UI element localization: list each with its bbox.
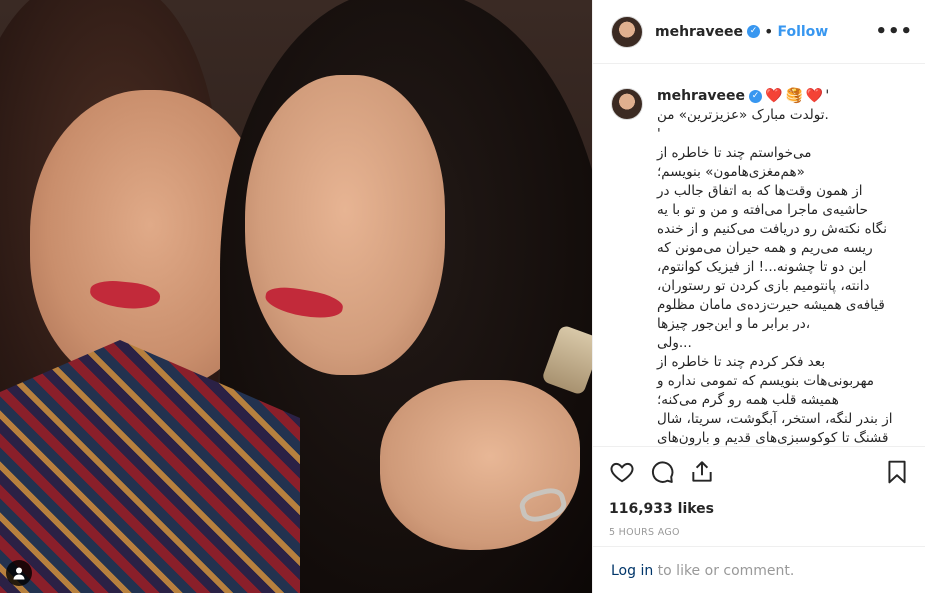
photo-face-right — [245, 75, 445, 375]
caption-quote: ' — [825, 88, 830, 104]
caption-body: mehraveee ✓ ❤️ 🥞 ❤️ ' .تولدت مبارک «عزیز… — [657, 88, 907, 446]
action-icons — [609, 459, 910, 485]
login-link[interactable]: Log in — [611, 563, 653, 579]
likes-count[interactable]: 116,933 likes — [609, 501, 910, 517]
heart-emoji: ❤️ — [765, 88, 783, 104]
action-bar: 116,933 likes 5 HOURS AGO — [593, 446, 925, 538]
avatar[interactable] — [611, 15, 643, 48]
post-side-panel: mehraveee ✓ • Follow ••• mehraveee ✓ ❤️ … — [592, 0, 925, 593]
verified-icon: ✓ — [749, 89, 763, 103]
caption-area[interactable]: mehraveee ✓ ❤️ 🥞 ❤️ ' .تولدت مبارک «عزیز… — [593, 64, 925, 446]
separator-dot: • — [764, 22, 774, 41]
pancakes-emoji: 🥞 — [785, 88, 803, 104]
caption-row: mehraveee ✓ ❤️ 🥞 ❤️ ' .تولدت مبارک «عزیز… — [611, 88, 908, 446]
login-prompt: Log in to like or comment. — [593, 546, 925, 593]
heart-emoji: ❤️ — [805, 88, 824, 104]
caption-username[interactable]: mehraveee — [657, 88, 745, 104]
caption-text: .تولدت مبارک «عزیزترین» من ' می‌خواستم چ… — [657, 107, 893, 446]
post-photo[interactable] — [0, 0, 592, 593]
post-timestamp[interactable]: 5 HOURS AGO — [609, 527, 910, 538]
verified-icon: ✓ — [747, 25, 761, 38]
user-tag-icon[interactable] — [6, 560, 32, 586]
login-prompt-text: to like or comment. — [653, 563, 795, 579]
username-link[interactable]: mehraveee — [655, 24, 743, 40]
post-header: mehraveee ✓ • Follow ••• — [593, 0, 925, 64]
photo-hand — [380, 380, 580, 550]
caption-head: mehraveee ✓ ❤️ 🥞 ❤️ ' — [657, 88, 907, 104]
share-icon[interactable] — [689, 459, 715, 485]
more-options-button[interactable]: ••• — [875, 21, 913, 42]
follow-button[interactable]: Follow — [777, 24, 828, 40]
bookmark-icon[interactable] — [884, 459, 910, 485]
heart-icon[interactable] — [609, 459, 635, 485]
avatar[interactable] — [611, 88, 643, 120]
comment-icon[interactable] — [649, 459, 675, 485]
